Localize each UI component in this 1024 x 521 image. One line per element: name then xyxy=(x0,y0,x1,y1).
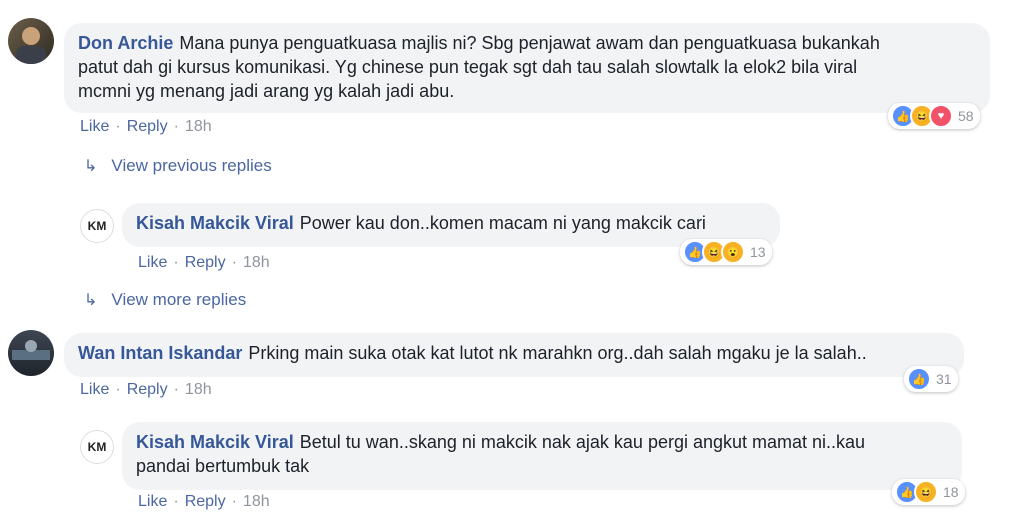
reaction-count: 13 xyxy=(750,244,766,260)
comment-actions: Like · Reply · 18h xyxy=(138,254,270,271)
haha-reaction-icon: 😆 xyxy=(914,480,938,504)
reply-button[interactable]: Reply xyxy=(127,118,168,135)
avatar[interactable] xyxy=(8,330,54,376)
view-previous-replies[interactable]: ↳ View previous replies xyxy=(84,156,272,176)
comment-bubble: Kisah Makcik Viral Power kau don..komen m… xyxy=(122,203,780,247)
comment-actions: Like · Reply · 18h xyxy=(80,118,212,135)
page-avatar[interactable]: KM xyxy=(80,209,114,243)
comment-text: Power kau don..komen macam ni yang makci… xyxy=(299,213,706,233)
comment-bubble: Wan Intan Iskandar Prking main suka otak … xyxy=(64,333,964,377)
commenter-name[interactable]: Don Archie xyxy=(78,33,173,53)
avatar-photo xyxy=(12,340,50,360)
timestamp[interactable]: 18h xyxy=(243,254,270,271)
km-logo-icon: KM xyxy=(87,219,107,233)
like-button[interactable]: Like xyxy=(138,254,167,271)
comment-actions: Like · Reply · 18h xyxy=(80,381,212,398)
comment-actions: Like · Reply · 18h xyxy=(138,493,270,510)
comment-text: Prking main suka otak kat lutot nk marah… xyxy=(248,343,867,363)
comment-text: patut dah gi kursus komunikasi. Yg chine… xyxy=(78,57,858,77)
timestamp[interactable]: 18h xyxy=(185,381,212,398)
commenter-name[interactable]: Wan Intan Iskandar xyxy=(78,343,242,363)
reaction-summary[interactable]: 👍 31 xyxy=(904,366,958,392)
reaction-summary[interactable]: 👍 😆 😮 13 xyxy=(680,239,772,265)
love-reaction-icon: ♥ xyxy=(929,104,953,128)
km-logo-icon: KM xyxy=(87,440,107,454)
reaction-summary[interactable]: 👍 😆 ♥ 58 xyxy=(888,103,980,129)
reaction-count: 31 xyxy=(936,371,952,387)
timestamp[interactable]: 18h xyxy=(243,493,270,510)
avatar-photo xyxy=(16,27,46,64)
reaction-summary[interactable]: 👍 😆 18 xyxy=(892,479,965,505)
like-button[interactable]: Like xyxy=(80,381,109,398)
avatar[interactable] xyxy=(8,18,54,64)
reply-arrow-icon: ↳ xyxy=(84,158,98,175)
comment-bubble: Don Archie Mana punya penguatkuasa majlis… xyxy=(64,23,990,113)
timestamp[interactable]: 18h xyxy=(185,118,212,135)
like-reaction-icon: 👍 xyxy=(907,367,931,391)
reply-button[interactable]: Reply xyxy=(185,493,226,510)
like-button[interactable]: Like xyxy=(138,493,167,510)
comment-text: Mana punya penguatkuasa majlis ni? Sbg p… xyxy=(179,33,880,53)
like-button[interactable]: Like xyxy=(80,118,109,135)
reply-arrow-icon: ↳ xyxy=(84,292,98,309)
view-more-replies[interactable]: ↳ View more replies xyxy=(84,290,246,310)
commenter-name[interactable]: Kisah Makcik Viral xyxy=(136,432,294,452)
comment-text: Betul tu wan..skang ni makcik nak ajak k… xyxy=(299,432,866,452)
reply-button[interactable]: Reply xyxy=(185,254,226,271)
comment-bubble: Kisah Makcik Viral Betul tu wan..skang ni… xyxy=(122,422,962,490)
reply-button[interactable]: Reply xyxy=(127,381,168,398)
page-avatar[interactable]: KM xyxy=(80,430,114,464)
comment-text: mcmni yg menang jadi arang yg kalah jadi… xyxy=(78,81,455,101)
reaction-count: 18 xyxy=(943,484,959,500)
comment-text: pandai bertumbuk tak xyxy=(136,456,310,476)
reaction-count: 58 xyxy=(958,108,974,124)
wow-reaction-icon: 😮 xyxy=(721,240,745,264)
commenter-name[interactable]: Kisah Makcik Viral xyxy=(136,213,294,233)
